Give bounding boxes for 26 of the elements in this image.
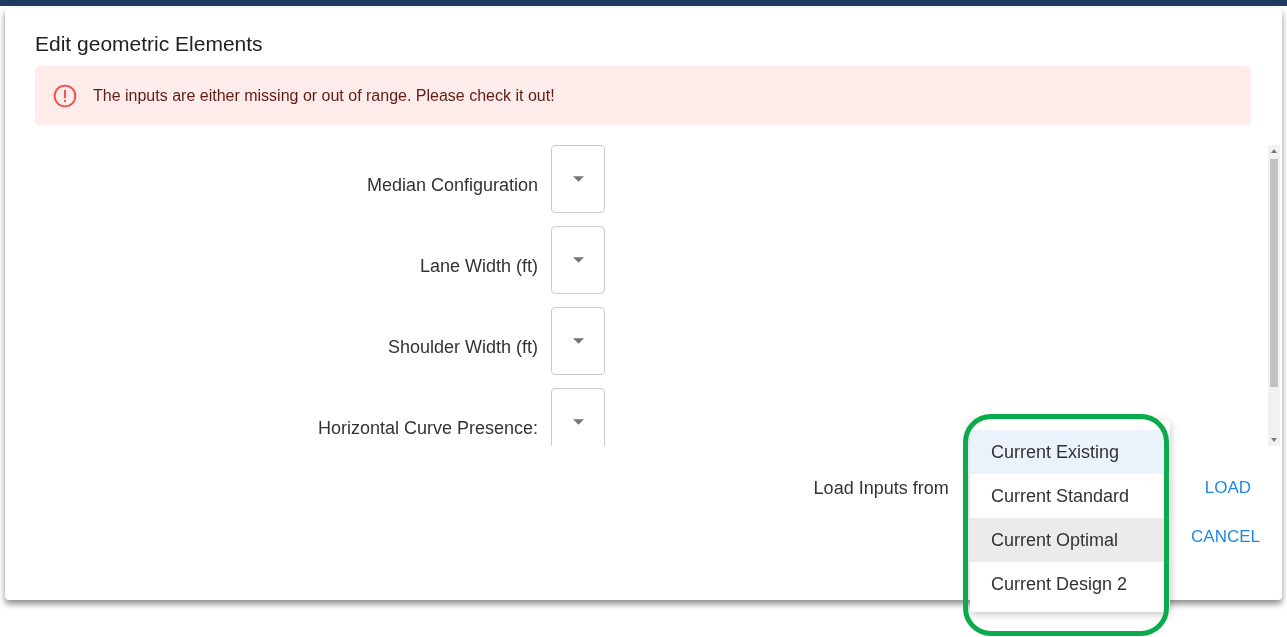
- dropdown-field[interactable]: [551, 145, 605, 213]
- load-button[interactable]: LOAD: [1204, 474, 1251, 502]
- scrollbar[interactable]: [1268, 145, 1280, 446]
- field-label: Horizontal Curve Presence:: [317, 416, 538, 439]
- scroll-down-icon[interactable]: [1271, 438, 1277, 442]
- scrollbar-thumb[interactable]: [1270, 159, 1278, 387]
- menu-item[interactable]: Current Optimal: [970, 518, 1170, 562]
- dropdown-field[interactable]: [551, 307, 605, 375]
- scroll-up-icon[interactable]: [1271, 149, 1277, 153]
- caret-icon: [572, 419, 584, 425]
- menu-item[interactable]: Current Existing: [970, 430, 1170, 474]
- field-label: Shoulder Width (ft): [387, 335, 538, 358]
- load-label: Load Inputs from: [813, 477, 949, 499]
- caret-icon: [572, 338, 584, 344]
- error-message: The inputs are either missing or out of range. Please check it out!: [93, 86, 555, 105]
- dropdown-field[interactable]: [551, 388, 605, 446]
- menu-item[interactable]: Current Standard: [970, 474, 1170, 518]
- dialog-title: Edit geometric Elements: [35, 32, 264, 56]
- cancel-button[interactable]: CANCEL: [1191, 523, 1260, 551]
- field-label: Median Configuration: [366, 173, 538, 196]
- dropdown-field[interactable]: [551, 226, 605, 294]
- error-icon: [53, 83, 77, 108]
- menu-item[interactable]: Current Design 2: [970, 562, 1170, 606]
- caret-icon: [572, 257, 584, 263]
- field-label: Lane Width (ft): [419, 254, 538, 277]
- caret-icon: [572, 176, 584, 182]
